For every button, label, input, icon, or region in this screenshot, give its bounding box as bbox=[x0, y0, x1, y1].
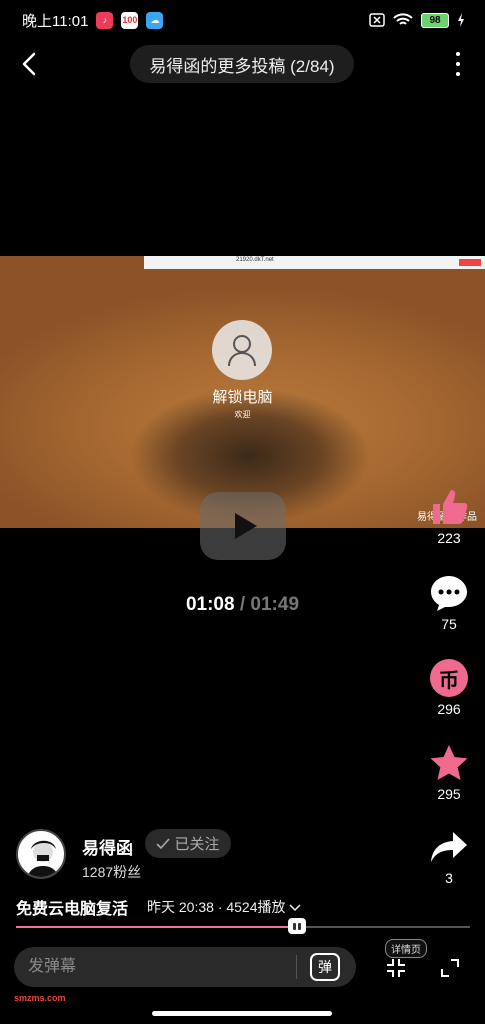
status-time: 晚上11:01 bbox=[22, 12, 89, 30]
check-icon bbox=[156, 837, 171, 849]
app-100-icon: 100 bbox=[121, 11, 139, 29]
toolbar-url: 21920.dkT.net bbox=[236, 257, 274, 263]
danmaku-bar: 弹 bbox=[14, 947, 356, 987]
progress-fill bbox=[16, 926, 298, 928]
progress-thumb[interactable] bbox=[288, 918, 307, 934]
current-time: 01:08 bbox=[185, 594, 235, 615]
screen-toolbar: 21920.dkT.net bbox=[144, 256, 485, 269]
status-bar: 晚上11:01 ♪ 100 ☁ 98 bbox=[22, 8, 465, 32]
danmaku-input[interactable] bbox=[28, 947, 298, 987]
detail-page-tag[interactable]: 详情页 bbox=[385, 939, 427, 958]
like-count: 223 bbox=[437, 530, 461, 546]
cloud-app-icon: ☁ bbox=[146, 11, 164, 29]
follow-button[interactable]: 已关注 bbox=[145, 829, 231, 858]
chevron-down-icon bbox=[289, 904, 301, 912]
sim-off-icon bbox=[369, 13, 385, 27]
unlock-title: 解锁电脑 bbox=[212, 389, 273, 406]
comment-count: 75 bbox=[441, 616, 457, 632]
home-indicator[interactable] bbox=[152, 1011, 332, 1016]
video-meta[interactable]: 昨天 20:38 · 4524播放 bbox=[147, 897, 301, 917]
play-button[interactable] bbox=[200, 492, 286, 560]
favorite-count: 295 bbox=[437, 786, 461, 802]
unlock-welcome: 欢迎 bbox=[234, 410, 251, 419]
playlist-title[interactable]: 易得函的更多投稿 (2/84) bbox=[130, 45, 354, 83]
video-player-screen: 晚上11:01 ♪ 100 ☁ 98 易得函的更多投稿 (2/84) 21920… bbox=[0, 0, 485, 1024]
share-action[interactable]: 3 bbox=[427, 830, 471, 886]
like-action[interactable]: 223 bbox=[427, 488, 471, 546]
wifi-icon bbox=[393, 13, 413, 25]
playback-time: 01:08 / 01:49 bbox=[0, 594, 485, 616]
share-count: 3 bbox=[445, 870, 453, 886]
charging-icon bbox=[458, 13, 464, 27]
play-icon bbox=[235, 513, 257, 539]
battery-icon: 98 bbox=[421, 12, 449, 28]
comment-icon[interactable] bbox=[429, 574, 469, 612]
star-icon[interactable] bbox=[429, 744, 469, 782]
site-watermark: smzms.com bbox=[14, 993, 66, 1003]
douyin-app-icon: ♪ bbox=[96, 11, 114, 29]
progress-bar[interactable] bbox=[16, 918, 470, 934]
share-icon[interactable] bbox=[429, 830, 469, 866]
exit-fullscreen-icon[interactable] bbox=[386, 958, 406, 978]
uploader-name[interactable]: 易得函 bbox=[82, 834, 133, 859]
fan-count: 1287粉丝 bbox=[82, 864, 142, 880]
total-time: 01:49 bbox=[250, 594, 300, 615]
coin-icon[interactable]: 币 bbox=[430, 659, 468, 697]
follow-label: 已关注 bbox=[174, 836, 220, 853]
uploader-avatar[interactable] bbox=[16, 829, 66, 879]
video-title[interactable]: 免费云电脑复活 bbox=[16, 895, 128, 919]
thumbs-up-icon[interactable] bbox=[429, 488, 469, 526]
more-options-icon[interactable] bbox=[453, 52, 463, 76]
danmaku-toggle-button[interactable]: 弹 bbox=[310, 953, 340, 981]
time-separator: / bbox=[239, 594, 246, 615]
comment-action[interactable]: 75 bbox=[427, 574, 471, 632]
coin-count: 296 bbox=[437, 701, 461, 717]
video-frame[interactable]: 21920.dkT.net 解锁电脑 欢迎 易得函的作品 bbox=[0, 256, 485, 528]
user-avatar-icon bbox=[212, 320, 272, 380]
top-bar: 易得函的更多投稿 (2/84) bbox=[0, 44, 485, 84]
back-arrow-icon[interactable] bbox=[18, 52, 42, 76]
favorite-action[interactable]: 295 bbox=[427, 744, 471, 802]
fullscreen-icon[interactable] bbox=[440, 958, 460, 978]
coin-action[interactable]: 币 296 bbox=[427, 659, 471, 717]
